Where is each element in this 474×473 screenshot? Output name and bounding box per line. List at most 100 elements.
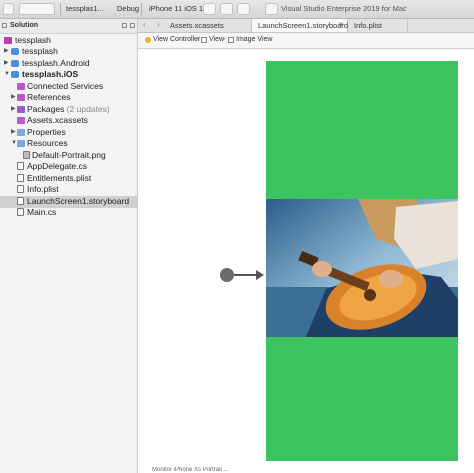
chevron-down-icon[interactable]: ▼ [4, 69, 10, 81]
tree-item-resources[interactable]: ▼ Resources [0, 138, 137, 150]
breadcrumb: View Controller > View > Image View [138, 33, 474, 49]
solution-sidebar: Solution tessplash ▶ tessplash ▶ tesspla… [0, 19, 138, 473]
restore-icon[interactable] [122, 23, 127, 28]
canvas-status-bar: Monitor iPhone Xs Portrait ... [138, 467, 474, 473]
tree-item-assets[interactable]: Assets.xcassets [0, 115, 137, 127]
solution-icon [4, 37, 12, 44]
tree-item-label: LaunchScreen1.storyboard [27, 196, 130, 206]
tree-item-solution[interactable]: tessplash [0, 35, 137, 47]
folder-icon [17, 129, 25, 136]
tab-info-plist[interactable]: Info.plist [348, 19, 408, 32]
updates-count: (2 updates) [64, 104, 110, 114]
close-icon[interactable]: ✕ [338, 19, 344, 32]
breadcrumb-separator: > [222, 36, 227, 43]
tree-item-label: tessplash.iOS [22, 69, 79, 79]
chevron-right-icon[interactable]: › [157, 20, 160, 29]
packages-label: Packages [27, 104, 65, 114]
tree-item-packages[interactable]: ▶ Packages (2 updates) [0, 104, 137, 116]
tab-label: Assets.xcassets [170, 21, 224, 30]
image-file-icon [23, 151, 30, 159]
tree-item-label: Properties [27, 127, 66, 137]
tab-label: LaunchScreen1.storyboard [258, 21, 349, 30]
image-view-icon [228, 37, 234, 43]
tree-item-default-portrait[interactable]: Default-Portrait.png [0, 150, 137, 162]
entry-point-icon[interactable] [220, 268, 234, 282]
tree-item-info-plist[interactable]: Info.plist [0, 184, 137, 196]
tree-item-tessplash[interactable]: ▶ tessplash [0, 46, 137, 58]
toolbar-left-group[interactable] [19, 3, 55, 15]
project-icon [11, 48, 19, 55]
file-icon [17, 197, 24, 205]
tree-item-label: Resources [27, 138, 68, 148]
project-icon [11, 60, 19, 67]
view-icon [201, 37, 207, 43]
breadcrumb-image-view[interactable]: Image View [236, 36, 272, 43]
tree-item-label: Info.plist [27, 184, 59, 194]
tab-assets[interactable]: Assets.xcassets [164, 19, 252, 32]
tree-item-label: Assets.xcassets [27, 115, 88, 125]
minimize-icon[interactable] [2, 23, 7, 28]
tree-item-label: Entitlements.plist [27, 173, 92, 183]
breadcrumb-view-controller[interactable]: View Controller [153, 36, 200, 43]
sidebar-title: Solution [10, 22, 38, 29]
breadcrumb-separator: > [195, 36, 200, 43]
tree-item-connected-services[interactable]: Connected Services [0, 81, 137, 93]
chevron-right-icon[interactable]: ▶ [11, 92, 16, 104]
storyboard-canvas[interactable]: Monitor iPhone Xs Portrait ... [138, 49, 474, 473]
tree-item-label: tessplash [15, 35, 51, 45]
package-icon [17, 106, 25, 113]
tree-item-launchscreen[interactable]: LaunchScreen1.storyboard [0, 196, 137, 208]
file-icon [17, 185, 24, 193]
services-icon [17, 83, 25, 90]
tree-item-entitlements[interactable]: Entitlements.plist [0, 173, 137, 185]
tree-item-label: Connected Services [27, 81, 104, 91]
editor-tabs: ‹ › Assets.xcassets LaunchScreen1.storyb… [138, 19, 474, 33]
file-icon [17, 174, 24, 182]
tree-item-references[interactable]: ▶ References [0, 92, 137, 104]
step-over-button[interactable] [203, 3, 216, 15]
project-icon [11, 71, 19, 78]
references-icon [17, 94, 25, 101]
tab-label: Info.plist [354, 21, 382, 30]
tree-item-label: tessplash [22, 46, 58, 56]
tree-item-label: Packages (2 updates) [27, 104, 110, 116]
image-view[interactable] [266, 199, 458, 337]
sidebar-header: Solution [0, 19, 137, 34]
chevron-right-icon[interactable]: ▶ [4, 46, 9, 58]
tree-item-label: AppDelegate.cs [27, 161, 88, 171]
tab-launchscreen[interactable]: LaunchScreen1.storyboard ✕ [252, 19, 348, 32]
step-out-button[interactable] [237, 3, 250, 15]
tree-item-label: Main.cs [27, 207, 57, 217]
step-into-button[interactable] [220, 3, 233, 15]
tree-item-android[interactable]: ▶ tessplash.Android [0, 58, 137, 70]
toolbar-separator [60, 3, 61, 15]
guitar-photo [266, 199, 458, 337]
entry-arrow-head [256, 270, 264, 280]
folder-icon [17, 140, 25, 147]
chevron-left-icon[interactable]: ‹ [143, 20, 146, 29]
toolbar: tessplas1... Debug iPhone 11 iOS 13.3 Vi… [0, 0, 474, 19]
view-controller-icon [145, 37, 151, 43]
app-title: Visual Studio Enterprise 2019 for Mac [281, 4, 407, 13]
chevron-right-icon[interactable]: ▶ [11, 127, 16, 139]
tree-item-label: tessplash.Android [22, 58, 90, 68]
tree-item-properties[interactable]: ▶ Properties [0, 127, 137, 139]
status-text: Monitor iPhone Xs Portrait ... [152, 467, 229, 473]
close-pane-icon[interactable] [130, 23, 135, 28]
file-icon [17, 208, 24, 216]
launch-screen-view[interactable] [266, 61, 458, 461]
config-selector[interactable]: Debug [117, 4, 139, 13]
tree-item-main-cs[interactable]: Main.cs [0, 207, 137, 219]
close-button[interactable] [3, 3, 14, 15]
project-selector[interactable]: tessplas1... [66, 4, 104, 13]
tree-item-label: Default-Portrait.png [32, 150, 106, 160]
stop-button[interactable] [265, 3, 278, 15]
tree-item-ios[interactable]: ▼ tessplash.iOS [0, 69, 137, 81]
file-icon [17, 162, 24, 170]
tree-item-label: References [27, 92, 71, 102]
chevron-right-icon[interactable]: ▶ [11, 104, 16, 116]
chevron-right-icon[interactable]: ▶ [4, 58, 9, 70]
assets-icon [17, 117, 25, 124]
tree-item-appdelegate[interactable]: AppDelegate.cs [0, 161, 137, 173]
toolbar-separator [141, 3, 142, 15]
